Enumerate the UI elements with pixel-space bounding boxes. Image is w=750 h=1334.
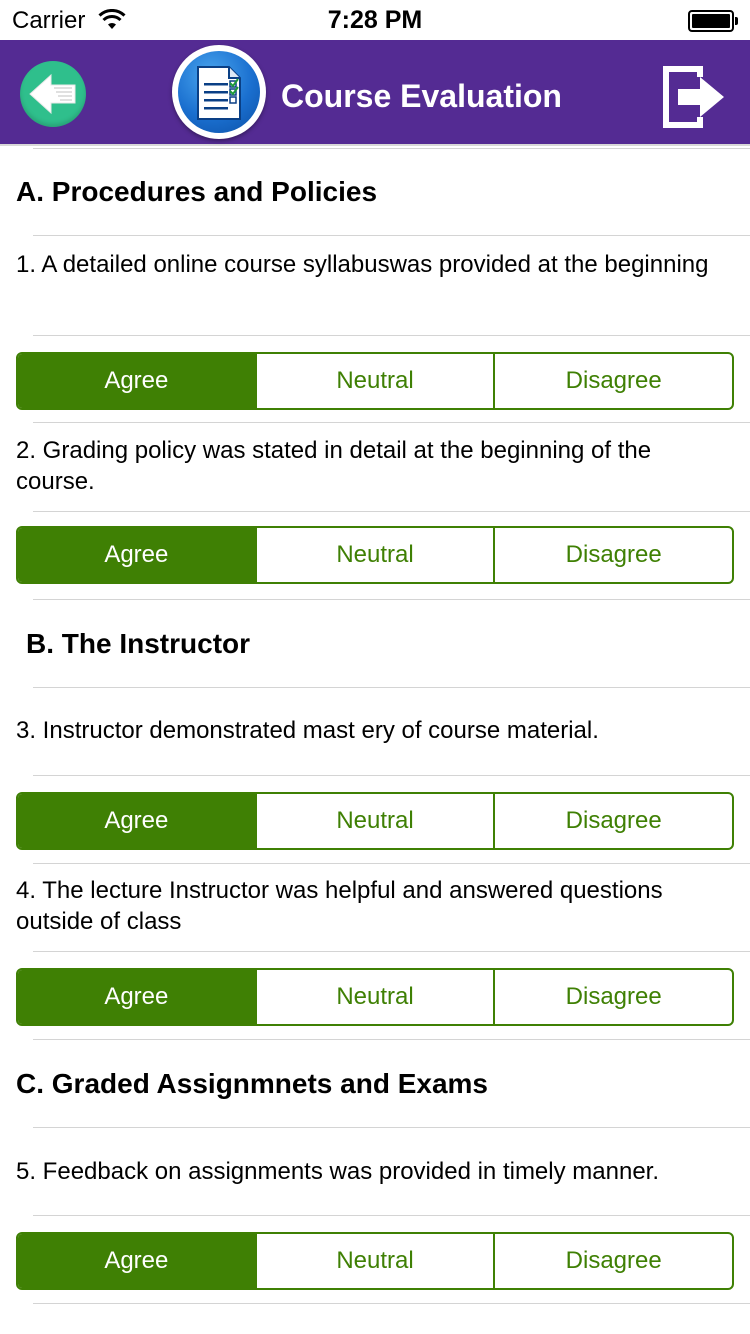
rating-control-4: Agree Neutral Disagree bbox=[16, 968, 734, 1026]
app-logo bbox=[172, 45, 266, 139]
divider bbox=[33, 687, 750, 688]
divider bbox=[33, 1127, 750, 1128]
logout-icon bbox=[663, 66, 724, 128]
divider bbox=[33, 148, 750, 149]
divider bbox=[33, 1215, 750, 1216]
option-disagree-button[interactable]: Disagree bbox=[493, 354, 732, 408]
question-2: 2. Grading policy was stated in detail a… bbox=[16, 437, 652, 495]
option-disagree-button[interactable]: Disagree bbox=[493, 794, 732, 848]
divider bbox=[33, 235, 750, 236]
option-neutral-button[interactable]: Neutral bbox=[254, 354, 494, 408]
battery-icon bbox=[688, 10, 738, 32]
page-title: Course Evaluation bbox=[281, 78, 562, 114]
status-bar: Carrier 7:28 PM bbox=[0, 0, 750, 40]
divider bbox=[33, 599, 750, 600]
divider bbox=[33, 1303, 750, 1304]
option-agree-button[interactable]: Agree bbox=[18, 1234, 255, 1288]
divider bbox=[33, 335, 750, 336]
rating-control-1: Agree Neutral Disagree bbox=[16, 352, 734, 410]
option-agree-button[interactable]: Agree bbox=[18, 354, 255, 408]
option-neutral-button[interactable]: Neutral bbox=[254, 1234, 494, 1288]
divider bbox=[33, 422, 750, 423]
option-disagree-button[interactable]: Disagree bbox=[493, 970, 732, 1024]
option-agree-button[interactable]: Agree bbox=[18, 794, 255, 848]
option-agree-button[interactable]: Agree bbox=[18, 970, 255, 1024]
question-4: 4. The lecture Instructor was helpful an… bbox=[16, 877, 663, 935]
option-disagree-button[interactable]: Disagree bbox=[493, 1234, 732, 1288]
divider bbox=[33, 511, 750, 512]
checklist-icon bbox=[197, 66, 241, 120]
nav-bar: Course Evaluation bbox=[0, 40, 750, 146]
logout-button[interactable] bbox=[660, 63, 730, 131]
back-arrow-icon bbox=[29, 73, 76, 115]
divider bbox=[33, 1039, 750, 1040]
option-neutral-button[interactable]: Neutral bbox=[254, 528, 494, 582]
section-title-a: A. Procedures and Policies bbox=[16, 176, 378, 207]
question-5: 5. Feedback on assignments was provided … bbox=[16, 1158, 659, 1185]
section-title-b: B. The Instructor bbox=[26, 628, 251, 659]
question-1: 1. A detailed online course syllabuswas … bbox=[16, 251, 709, 278]
option-disagree-button[interactable]: Disagree bbox=[493, 528, 732, 582]
divider bbox=[33, 863, 750, 864]
clock: 7:28 PM bbox=[327, 6, 423, 34]
rating-control-5: Agree Neutral Disagree bbox=[16, 1232, 734, 1290]
divider bbox=[33, 775, 750, 776]
option-neutral-button[interactable]: Neutral bbox=[254, 794, 494, 848]
back-button[interactable] bbox=[20, 61, 86, 127]
option-neutral-button[interactable]: Neutral bbox=[254, 970, 494, 1024]
question-3: 3. Instructor demonstrated mast ery of c… bbox=[16, 717, 599, 744]
rating-control-2: Agree Neutral Disagree bbox=[16, 526, 734, 584]
option-agree-button[interactable]: Agree bbox=[18, 528, 255, 582]
divider bbox=[33, 951, 750, 952]
rating-control-3: Agree Neutral Disagree bbox=[16, 792, 734, 850]
section-title-c: C. Graded Assignmnets and Exams bbox=[16, 1068, 488, 1099]
